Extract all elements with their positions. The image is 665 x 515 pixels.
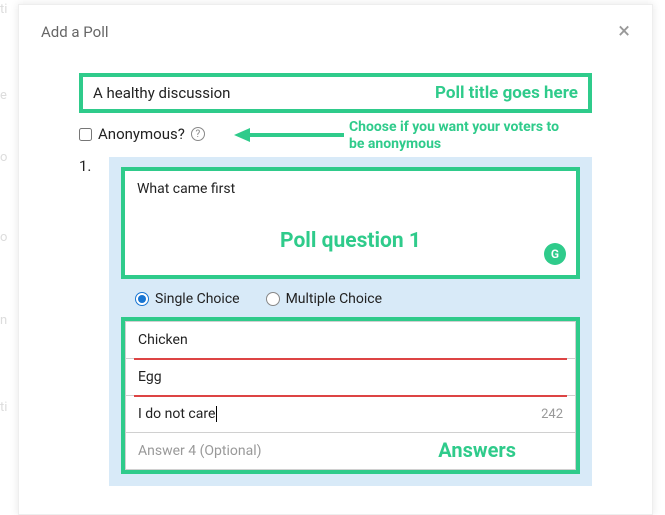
text-cursor: [216, 406, 217, 422]
question-textarea-wrap: What came first Poll question 1 G: [121, 167, 580, 279]
arrow-icon: [234, 127, 344, 143]
anonymous-checkbox[interactable]: [79, 128, 92, 141]
poll-title-input[interactable]: [93, 84, 360, 102]
bg-text: ti: [0, 400, 7, 415]
close-icon[interactable]: ×: [618, 21, 630, 43]
annotation-answers: Answers: [438, 438, 516, 462]
radio-icon: [266, 292, 280, 306]
answer-text: Egg: [138, 369, 162, 385]
choice-type-row: Single Choice Multiple Choice: [121, 291, 580, 317]
modal-header: Add a Poll ×: [19, 5, 652, 73]
answer-input-1[interactable]: Chicken: [125, 321, 576, 359]
modal-body: Poll title goes here Anonymous? ? Choose…: [19, 73, 652, 486]
poll-title-area: Poll title goes here: [79, 73, 592, 113]
help-icon[interactable]: ?: [191, 127, 205, 141]
anonymous-row: Anonymous? ? Choose if you want your vot…: [79, 125, 592, 143]
bg-text: o: [0, 230, 7, 245]
annotation-question: Poll question 1: [280, 229, 421, 253]
anonymous-label: Anonymous?: [98, 125, 185, 143]
bg-text: e: [0, 88, 7, 103]
single-choice-option[interactable]: Single Choice: [135, 291, 240, 307]
answer-input-2[interactable]: Egg: [125, 359, 576, 396]
single-choice-label: Single Choice: [155, 291, 240, 307]
radio-icon: [135, 292, 149, 306]
annotation-anonymous: Choose if you want your voters to be ano…: [349, 119, 559, 153]
modal-title: Add a Poll: [41, 23, 109, 41]
question-panel: What came first Poll question 1 G Single…: [109, 157, 592, 486]
bg-text: n: [0, 313, 7, 328]
answers-area: Chicken Egg I do not care 242 Answer 4 (…: [121, 317, 580, 474]
question-textarea[interactable]: What came first: [137, 181, 564, 197]
annotation-title: Poll title goes here: [435, 83, 578, 103]
answer-text: Chicken: [138, 332, 188, 348]
bg-text: ti: [0, 2, 7, 17]
char-counter: 242: [541, 407, 563, 422]
answer-input-3[interactable]: I do not care 242: [125, 396, 576, 433]
add-poll-modal: Add a Poll × Poll title goes here Anonym…: [18, 4, 653, 515]
bg-text: o: [0, 150, 7, 165]
multiple-choice-label: Multiple Choice: [286, 291, 382, 307]
question-list: 1. What came first Poll question 1 G Sin…: [79, 157, 592, 486]
answer-placeholder: Answer 4 (Optional): [138, 443, 261, 459]
question-number: 1.: [79, 157, 97, 486]
multiple-choice-option[interactable]: Multiple Choice: [266, 291, 382, 307]
answer-text: I do not care: [138, 406, 217, 422]
question-item: 1. What came first Poll question 1 G Sin…: [79, 157, 592, 486]
grammarly-icon[interactable]: G: [544, 243, 566, 265]
